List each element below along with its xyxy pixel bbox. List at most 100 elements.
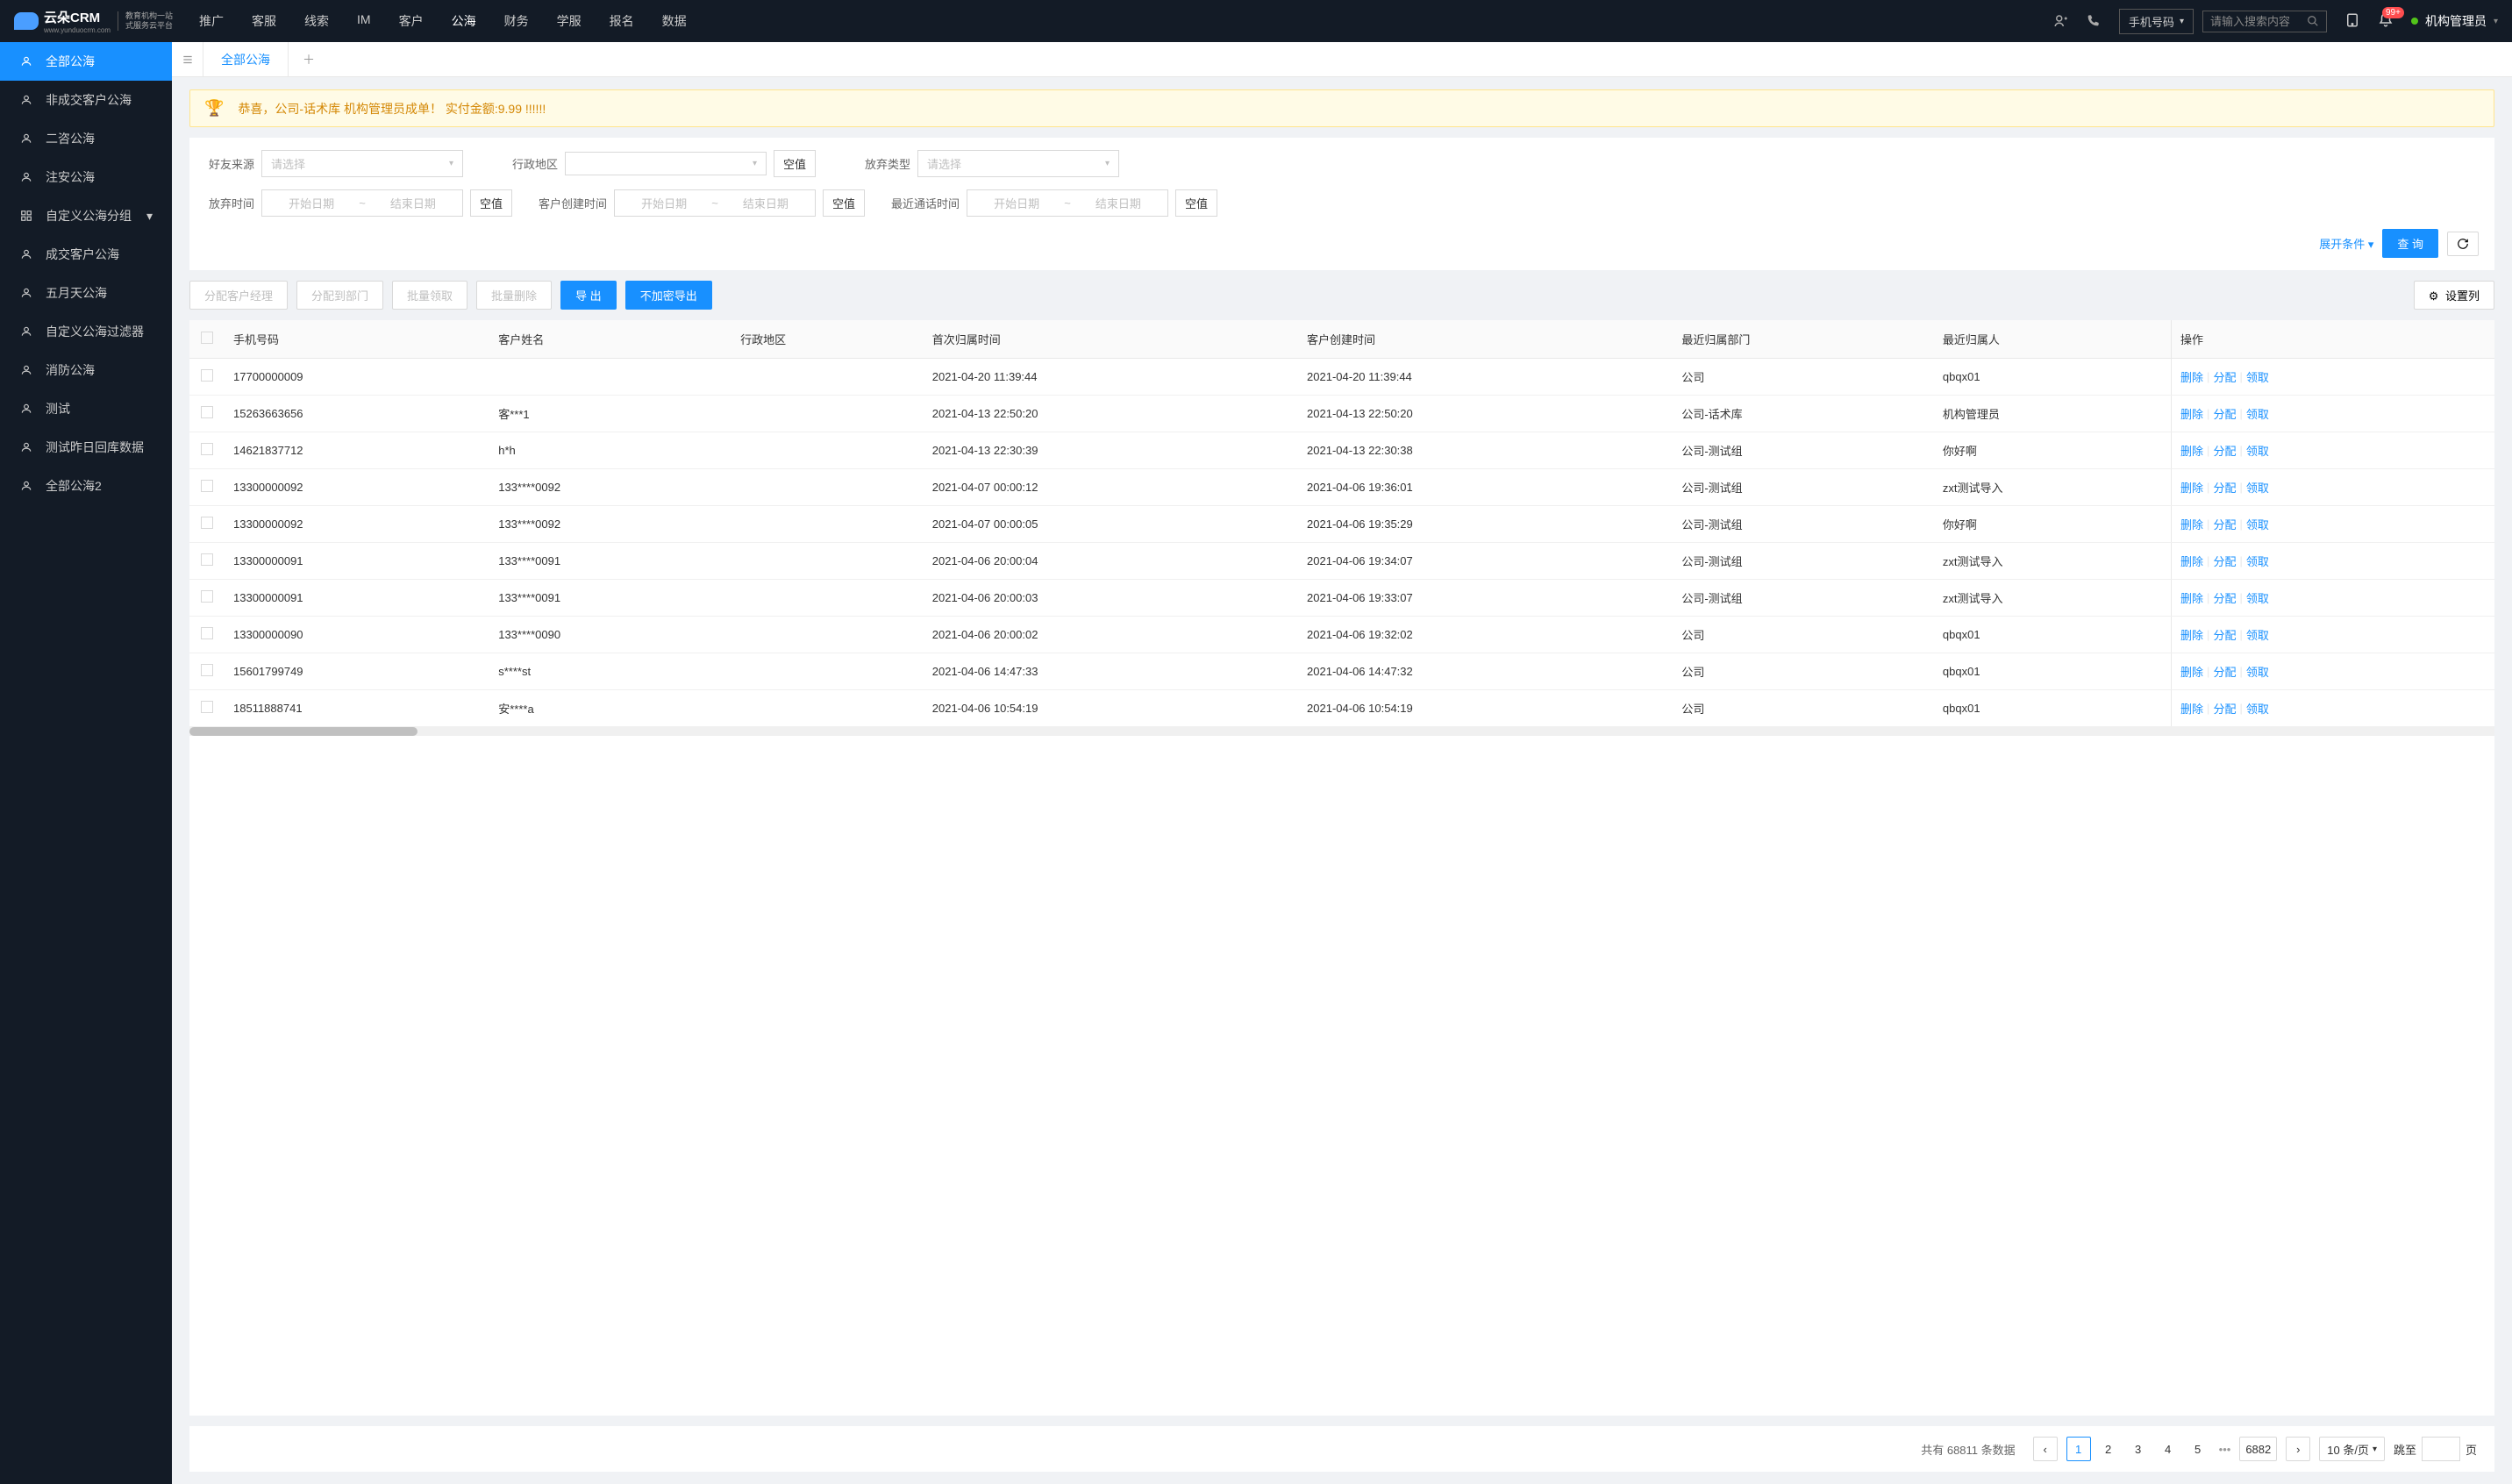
row-checkbox[interactable] — [201, 664, 213, 676]
search-input[interactable] — [2210, 15, 2307, 28]
row-checkbox[interactable] — [201, 369, 213, 382]
delete-link[interactable]: 删除 — [2180, 368, 2203, 385]
claim-link[interactable]: 领取 — [2246, 626, 2269, 643]
delete-link[interactable]: 删除 — [2180, 700, 2203, 717]
abandon-type-select[interactable]: 请选择 ▾ — [917, 150, 1119, 177]
claim-link[interactable]: 领取 — [2246, 368, 2269, 385]
batch-claim-button[interactable]: 批量领取 — [392, 281, 467, 310]
sidebar-item[interactable]: 自定义公海分组▾ — [0, 196, 172, 235]
null-button[interactable]: 空值 — [470, 189, 512, 217]
assign-dept-button[interactable]: 分配到部门 — [296, 281, 383, 310]
nav-item[interactable]: 数据 — [657, 12, 692, 30]
sidebar-item[interactable]: 注安公海 — [0, 158, 172, 196]
page-number-button[interactable]: 2 — [2096, 1437, 2121, 1461]
delete-link[interactable]: 删除 — [2180, 442, 2203, 459]
sidebar-item[interactable]: 五月天公海 — [0, 274, 172, 312]
page-number-button[interactable]: 4 — [2156, 1437, 2180, 1461]
scrollbar-thumb[interactable] — [189, 727, 417, 736]
search-icon[interactable] — [2307, 15, 2319, 27]
assign-link[interactable]: 分配 — [2213, 553, 2236, 569]
prev-page-button[interactable]: ‹ — [2033, 1437, 2058, 1461]
tab-add-button[interactable]: ＋ — [289, 51, 329, 68]
nav-item[interactable]: 学服 — [552, 12, 587, 30]
claim-link[interactable]: 领取 — [2246, 405, 2269, 422]
row-checkbox[interactable] — [201, 443, 213, 455]
null-button[interactable]: 空值 — [1175, 189, 1217, 217]
assign-link[interactable]: 分配 — [2213, 700, 2236, 717]
delete-link[interactable]: 删除 — [2180, 663, 2203, 680]
sidebar-item[interactable]: 全部公海2 — [0, 467, 172, 505]
page-number-button[interactable]: 5 — [2186, 1437, 2210, 1461]
page-jump-input[interactable] — [2422, 1437, 2460, 1461]
claim-link[interactable]: 领取 — [2246, 553, 2269, 569]
row-checkbox[interactable] — [201, 590, 213, 603]
assign-link[interactable]: 分配 — [2213, 516, 2236, 532]
delete-link[interactable]: 删除 — [2180, 626, 2203, 643]
nav-item[interactable]: 线索 — [299, 12, 334, 30]
bell-icon[interactable]: 99+ — [2378, 12, 2395, 30]
user-menu[interactable]: 机构管理员 ▾ — [2411, 12, 2498, 30]
export-plain-button[interactable]: 不加密导出 — [625, 281, 712, 310]
search-type-select[interactable]: 手机号码 ▾ — [2119, 9, 2194, 34]
claim-link[interactable]: 领取 — [2246, 663, 2269, 680]
assign-link[interactable]: 分配 — [2213, 442, 2236, 459]
phone-icon[interactable] — [2084, 12, 2102, 30]
page-number-button[interactable]: 3 — [2126, 1437, 2151, 1461]
friend-source-select[interactable]: 请选择 ▾ — [261, 150, 463, 177]
row-checkbox[interactable] — [201, 406, 213, 418]
query-button[interactable]: 查 询 — [2382, 229, 2438, 258]
delete-link[interactable]: 删除 — [2180, 589, 2203, 606]
delete-link[interactable]: 删除 — [2180, 405, 2203, 422]
admin-region-select[interactable]: ▾ — [565, 152, 767, 175]
nav-item[interactable]: 推广 — [194, 12, 229, 30]
create-time-range[interactable]: 开始日期 ~ 结束日期 — [614, 189, 816, 217]
export-button[interactable]: 导 出 — [560, 281, 617, 310]
tab-list-toggle[interactable] — [172, 42, 203, 77]
sidebar-item[interactable]: 成交客户公海 — [0, 235, 172, 274]
claim-link[interactable]: 领取 — [2246, 479, 2269, 496]
assign-link[interactable]: 分配 — [2213, 589, 2236, 606]
nav-item[interactable]: 客服 — [246, 12, 282, 30]
claim-link[interactable]: 领取 — [2246, 516, 2269, 532]
sidebar-item[interactable]: 自定义公海过滤器 — [0, 312, 172, 351]
sidebar-item[interactable]: 全部公海 — [0, 42, 172, 81]
claim-link[interactable]: 领取 — [2246, 589, 2269, 606]
nav-item[interactable]: 报名 — [604, 12, 639, 30]
call-time-range[interactable]: 开始日期 ~ 结束日期 — [967, 189, 1168, 217]
page-number-button[interactable]: 1 — [2066, 1437, 2091, 1461]
assign-link[interactable]: 分配 — [2213, 368, 2236, 385]
delete-link[interactable]: 删除 — [2180, 553, 2203, 569]
sidebar-item[interactable]: 消防公海 — [0, 351, 172, 389]
tablet-icon[interactable] — [2344, 12, 2362, 30]
claim-link[interactable]: 领取 — [2246, 442, 2269, 459]
next-page-button[interactable]: › — [2286, 1437, 2310, 1461]
sidebar-item[interactable]: 二咨公海 — [0, 119, 172, 158]
null-button[interactable]: 空值 — [823, 189, 865, 217]
assign-link[interactable]: 分配 — [2213, 405, 2236, 422]
nav-item[interactable]: 财务 — [499, 12, 534, 30]
delete-link[interactable]: 删除 — [2180, 479, 2203, 496]
refresh-button[interactable] — [2447, 232, 2479, 256]
assign-manager-button[interactable]: 分配客户经理 — [189, 281, 288, 310]
sidebar-item[interactable]: 非成交客户公海 — [0, 81, 172, 119]
abandon-time-range[interactable]: 开始日期 ~ 结束日期 — [261, 189, 463, 217]
claim-link[interactable]: 领取 — [2246, 700, 2269, 717]
expand-filters-link[interactable]: 展开条件 ▾ — [2319, 235, 2373, 252]
nav-item[interactable]: 客户 — [394, 12, 429, 30]
assign-link[interactable]: 分配 — [2213, 663, 2236, 680]
null-button[interactable]: 空值 — [774, 150, 816, 177]
row-checkbox[interactable] — [201, 553, 213, 566]
sidebar-item[interactable]: 测试 — [0, 389, 172, 428]
assign-link[interactable]: 分配 — [2213, 479, 2236, 496]
assign-link[interactable]: 分配 — [2213, 626, 2236, 643]
row-checkbox[interactable] — [201, 480, 213, 492]
row-checkbox[interactable] — [201, 517, 213, 529]
add-user-icon[interactable] — [2052, 12, 2070, 30]
sidebar-item[interactable]: 测试昨日回库数据 — [0, 428, 172, 467]
page-size-select[interactable]: 10 条/页 ▾ — [2319, 1437, 2385, 1461]
select-all-checkbox[interactable] — [201, 332, 213, 344]
horizontal-scrollbar[interactable] — [189, 727, 2494, 736]
row-checkbox[interactable] — [201, 701, 213, 713]
nav-item[interactable]: 公海 — [446, 12, 482, 30]
tab-all-public[interactable]: 全部公海 — [203, 42, 289, 77]
